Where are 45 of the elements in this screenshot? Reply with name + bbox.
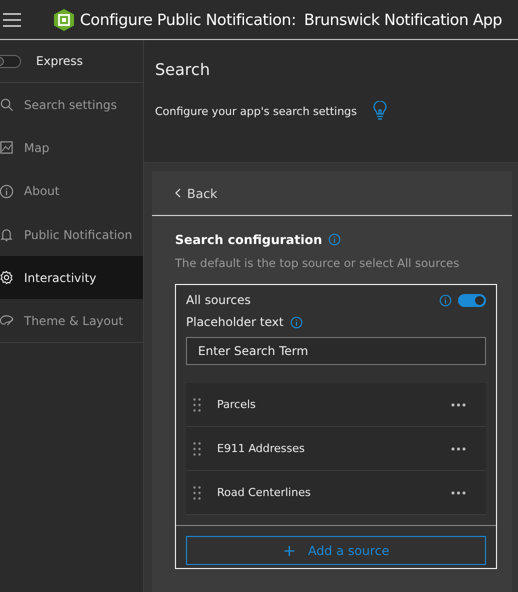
express-toggle[interactable] <box>0 54 21 68</box>
section-description: Configure your app's search settings <box>155 104 357 118</box>
nav-item[interactable]: Search settings <box>0 83 143 126</box>
placeholder-input[interactable]: Enter Search Term <box>186 337 486 365</box>
source-name: Road Centerlines <box>217 486 312 499</box>
drag-handle-icon[interactable] <box>193 398 201 412</box>
source-item[interactable]: Parcels <box>186 383 486 427</box>
more-options-icon[interactable] <box>451 402 466 406</box>
express-label: Express <box>36 54 83 68</box>
config-hint: The default is the top source or select All sources <box>175 256 460 270</box>
nav-item[interactable]: About <box>0 170 143 213</box>
nav-item[interactable]: Public Notification <box>0 212 143 256</box>
app-name: Brunswick Notification App <box>304 10 502 28</box>
palette-icon <box>0 313 14 328</box>
menu-icon[interactable] <box>3 12 21 26</box>
config-heading: Search configuration <box>175 232 322 247</box>
source-item[interactable]: Road Centerlines <box>186 471 486 515</box>
info-icon[interactable] <box>439 294 452 306</box>
bell-icon <box>0 227 14 242</box>
nav-item[interactable]: Theme & Layout <box>0 299 143 343</box>
search-icon <box>0 97 14 112</box>
gear-icon <box>0 270 14 286</box>
map-icon <box>0 140 14 156</box>
chevron-left-icon <box>175 188 181 198</box>
drag-handle-icon[interactable] <box>193 486 201 500</box>
more-options-icon[interactable] <box>451 490 466 494</box>
all-sources-toggle[interactable] <box>458 294 486 306</box>
all-sources-label: All sources <box>186 293 252 307</box>
lightbulb-icon[interactable] <box>372 101 387 121</box>
source-item[interactable]: E911 Addresses <box>186 427 486 471</box>
back-button[interactable]: Back <box>152 171 512 216</box>
more-options-icon[interactable] <box>451 446 466 450</box>
drag-handle-icon[interactable] <box>193 442 201 456</box>
info-icon[interactable] <box>328 233 342 246</box>
section-title: Search <box>155 60 211 79</box>
page-title: Configure Public Notification: <box>80 10 296 28</box>
add-source-button[interactable]: + Add a source <box>186 536 486 565</box>
info-icon[interactable] <box>290 316 303 328</box>
placeholder-label: Placeholder text <box>186 315 284 329</box>
app-logo-icon <box>54 8 74 30</box>
source-name: Parcels <box>217 398 257 411</box>
nav-item[interactable]: Interactivity <box>0 256 143 300</box>
nav-item[interactable]: Map <box>0 126 143 170</box>
info-icon <box>0 184 14 199</box>
source-name: E911 Addresses <box>217 442 306 455</box>
